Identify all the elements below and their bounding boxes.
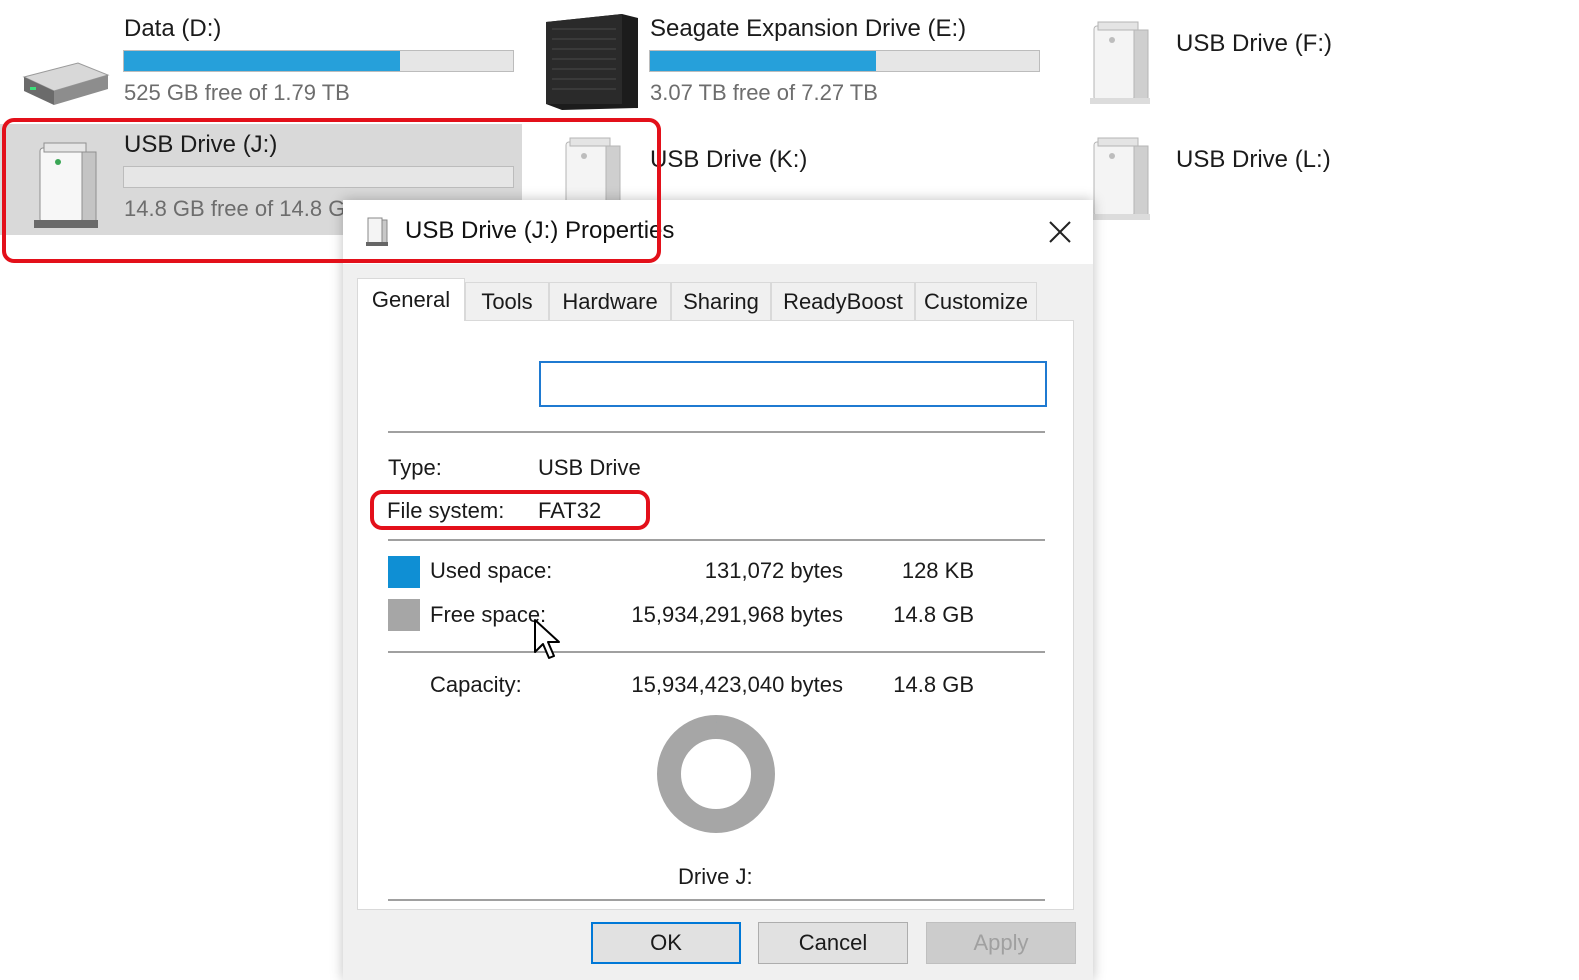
file-system-label: File system: [387,498,505,523]
volume-label-input[interactable] [539,361,1047,407]
tab-sharing[interactable]: Sharing [671,282,771,320]
drive-letter-label: Drive J: [678,864,753,889]
drive-name: USB Drive (J:) [124,131,278,158]
divider [388,539,1045,541]
tab-customize[interactable]: Customize [915,282,1037,320]
free-space-swatch [388,599,420,631]
mouse-pointer-icon [533,618,561,667]
type-value: USB Drive [538,455,641,480]
usb-drive-icon [1088,20,1154,111]
tab-tools[interactable]: Tools [465,282,549,320]
drive-name: USB Drive (L:) [1176,146,1331,173]
drive-free-text: 14.8 GB free of 14.8 GB [124,196,361,221]
hard-disk-icon [18,55,110,112]
drive-name: USB Drive (F:) [1176,30,1332,57]
tab-readyboost[interactable]: ReadyBoost [771,282,915,320]
capacity-label: Capacity: [430,672,522,697]
used-space-bytes: 131,072 bytes [704,558,843,583]
capacity-bytes: 15,934,423,040 bytes [631,672,843,697]
divider [388,899,1045,901]
type-label: Type: [388,455,442,480]
drive-usage-fill [650,51,876,71]
drive-tile-d[interactable]: Data (D:) 525 GB free of 1.79 TB [0,0,520,115]
donut-free-ring [657,715,775,833]
divider [388,431,1045,433]
close-icon[interactable] [1038,210,1082,254]
drive-name: Seagate Expansion Drive (E:) [650,15,967,42]
general-panel: Type: USB Drive File system: FAT32 Used … [357,320,1074,910]
drive-tile-l[interactable]: USB Drive (L:) [1080,120,1480,230]
file-system-value: FAT32 [538,498,602,523]
drive-tile-e[interactable]: Seagate Expansion Drive (E:) 3.07 TB fre… [530,0,1050,115]
usb-drive-icon [365,215,391,252]
free-space-bytes: 15,934,291,968 bytes [631,602,843,627]
free-space-label: Free space: [430,602,547,627]
dialog-title: USB Drive (J:) Properties [405,217,675,244]
dialog-titlebar[interactable]: USB Drive (J:) Properties [343,200,1093,264]
drive-free-text: 3.07 TB free of 7.27 TB [650,80,878,105]
drive-tile-f[interactable]: USB Drive (F:) [1080,0,1480,115]
tab-general[interactable]: General [357,278,465,321]
external-drive-icon [540,12,642,115]
capacity-size: 14.8 GB [893,672,974,697]
usage-donut-chart [657,715,775,833]
used-space-size: 128 KB [901,558,974,583]
drive-usage-bar [649,50,1040,72]
used-space-swatch [388,556,420,588]
divider [388,651,1045,653]
cancel-button[interactable]: Cancel [758,922,908,964]
drive-usage-bar [123,50,514,72]
tab-hardware[interactable]: Hardware [549,282,671,320]
used-space-label: Used space: [430,558,553,583]
free-space-size: 14.8 GB [893,602,974,627]
usb-drive-icon [32,140,102,235]
ok-button[interactable]: OK [591,922,741,964]
properties-dialog: USB Drive (J:) Properties General Tools … [343,200,1093,980]
usb-drive-icon [1088,136,1154,227]
drive-usage-fill [124,51,401,71]
drive-name: Data (D:) [124,15,222,42]
drive-usage-bar [123,166,514,188]
apply-button[interactable]: Apply [926,922,1076,964]
drive-free-text: 525 GB free of 1.79 TB [124,80,350,105]
drive-name: USB Drive (K:) [650,146,808,173]
